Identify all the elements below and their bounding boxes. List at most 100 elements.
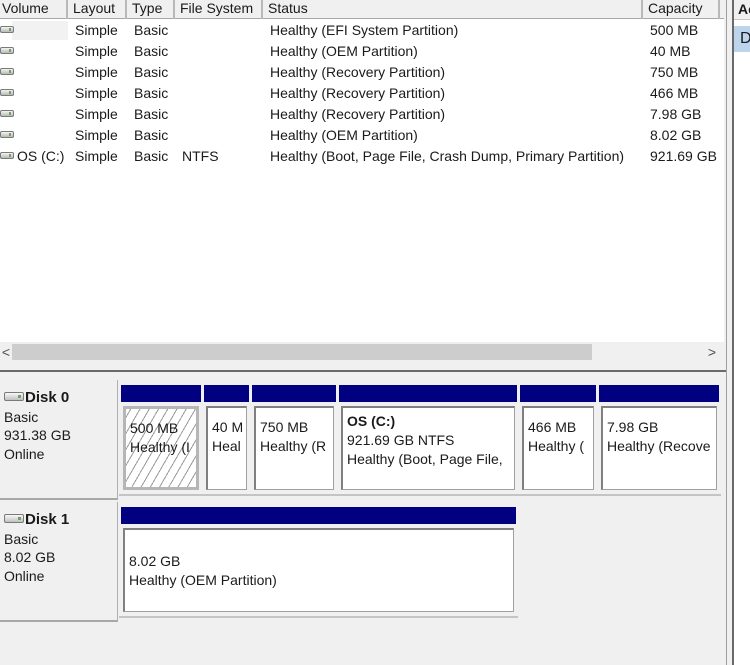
pane-divider[interactable]	[726, 0, 734, 665]
partition-type-bar	[204, 385, 249, 402]
partition-status: Healthy (OEM Partition)	[129, 572, 277, 588]
partition-type-bar	[599, 385, 719, 402]
cell-layout: Simple	[75, 127, 118, 143]
cell-status: Healthy (OEM Partition)	[270, 127, 418, 143]
partition-status: Healthy (Boot, Page File,	[347, 451, 503, 467]
partition-status: Healthy (	[528, 438, 585, 454]
partition-type-bar	[252, 385, 336, 402]
actions-header: Ac	[734, 0, 750, 20]
drive-icon	[0, 110, 14, 117]
actions-pane: Ac D	[734, 0, 750, 665]
cell-status: Healthy (OEM Partition)	[270, 43, 418, 59]
drive-icon	[0, 47, 14, 54]
cell-layout: Simple	[75, 22, 118, 38]
partition-status: Heal	[212, 438, 241, 454]
cell-layout: Simple	[75, 85, 118, 101]
partition-type-bar	[339, 385, 517, 402]
actions-item-disk-management[interactable]: D	[734, 26, 750, 52]
disk-size: 8.02 GB	[4, 549, 56, 565]
partition-block[interactable]: 7.98 GB Healthy (Recove	[597, 385, 720, 494]
table-row[interactable]: Simple Basic Healthy (OEM Partition) 40 MB	[0, 41, 724, 62]
disk-1-partitions: 8.02 GB Healthy (OEM Partition)	[119, 507, 518, 618]
row-focus-highlight	[12, 21, 68, 40]
drive-icon	[0, 26, 14, 33]
column-header-capacity[interactable]: Capacity	[643, 0, 720, 19]
cell-capacity: 921.69 GB	[650, 148, 717, 164]
table-row[interactable]: Simple Basic Healthy (EFI System Partition…	[0, 20, 724, 41]
cell-volume: OS (C:)	[17, 148, 65, 164]
column-header-file-system[interactable]: File System	[175, 0, 263, 19]
scrollbar-thumb[interactable]	[12, 344, 592, 360]
disk-0-label[interactable]: Disk 0 Basic 931.38 GB Online	[0, 380, 118, 500]
cell-capacity: 466 MB	[650, 85, 699, 101]
partition-size: 40 M	[212, 419, 244, 435]
disk-icon	[4, 392, 24, 401]
cell-capacity: 8.02 GB	[650, 127, 702, 143]
disk-state: Online	[4, 445, 45, 462]
horizontal-scrollbar[interactable]: < >	[0, 342, 724, 362]
drive-icon	[0, 68, 14, 75]
partition-body[interactable]: OS (C:) 921.69 GB NTFS Healthy (Boot, Page…	[341, 406, 515, 490]
partition-size: 500 MB	[130, 420, 179, 436]
partition-body[interactable]: 500 MB Healthy (I	[123, 406, 199, 490]
scroll-left-icon[interactable]: <	[0, 342, 12, 362]
disk-type: Basic	[4, 530, 39, 547]
column-header-type[interactable]: Type	[127, 0, 175, 19]
partition-body[interactable]: 7.98 GB Healthy (Recove	[601, 406, 717, 490]
cell-type: Basic	[134, 106, 169, 122]
partition-block[interactable]: 750 MB Healthy (R	[250, 385, 337, 494]
disk-name: Disk 1	[25, 511, 70, 528]
partition-block[interactable]: 40 M Heal	[202, 385, 250, 494]
cell-type: Basic	[134, 43, 169, 59]
partition-size: 750 MB	[260, 419, 309, 435]
cell-layout: Simple	[75, 148, 118, 164]
partition-block[interactable]: 466 MB Healthy (	[518, 385, 597, 494]
cell-type: Basic	[134, 22, 169, 38]
cell-status: Healthy (Boot, Page File, Crash Dump, Pr…	[270, 148, 625, 164]
cell-status: Healthy (Recovery Partition)	[270, 106, 446, 122]
partition-block[interactable]: 500 MB Healthy (I	[119, 385, 202, 494]
scroll-right-icon[interactable]: >	[706, 342, 718, 362]
cell-layout: Simple	[75, 43, 118, 59]
cell-layout: Simple	[75, 64, 118, 80]
cell-capacity: 750 MB	[650, 64, 699, 80]
column-header-status[interactable]: Status	[263, 0, 643, 19]
disk-1-label[interactable]: Disk 1 Basic 8.02 GB Online	[0, 502, 118, 622]
table-row[interactable]: Simple Basic Healthy (OEM Partition) 8.02 G…	[0, 125, 724, 146]
disk-0-partitions: 500 MB Healthy (I 40 M Heal 750 MB Healthy (R…	[119, 385, 721, 496]
disk-size: 931.38 GB	[4, 427, 71, 443]
column-header-layout[interactable]: Layout	[68, 0, 127, 19]
disk-name: Disk 0	[25, 389, 70, 406]
partition-type-bar	[520, 385, 596, 402]
partition-size: 7.98 GB	[607, 419, 659, 435]
cell-capacity: 40 MB	[650, 43, 691, 59]
cell-layout: Simple	[75, 106, 118, 122]
cell-type: Basic	[134, 127, 169, 143]
partition-size: 921.69 GB NTFS	[347, 432, 455, 448]
disk-icon	[4, 514, 24, 523]
disk-state: Online	[4, 567, 45, 584]
table-row[interactable]: Simple Basic Healthy (Recovery Partition) 7…	[0, 62, 724, 83]
partition-body[interactable]: 750 MB Healthy (R	[254, 406, 334, 490]
partition-type-bar	[121, 385, 201, 402]
volume-list[interactable]: Volume Layout Type File System Status Ca…	[0, 0, 724, 342]
partition-body[interactable]: 8.02 GB Healthy (OEM Partition)	[123, 528, 514, 612]
volume-list-header: Volume Layout Type File System Status Ca…	[0, 0, 724, 19]
partition-body[interactable]: 40 M Heal	[206, 406, 247, 490]
partition-size: 466 MB	[528, 419, 577, 435]
partition-block[interactable]: 8.02 GB Healthy (OEM Partition)	[119, 507, 517, 616]
cell-capacity: 7.98 GB	[650, 106, 702, 122]
partition-body[interactable]: 466 MB Healthy (	[522, 406, 594, 490]
partition-title: OS (C:)	[347, 413, 396, 429]
partition-block[interactable]: OS (C:) 921.69 GB NTFS Healthy (Boot, Page…	[337, 385, 518, 494]
table-row[interactable]: OS (C:) Simple Basic NTFS Healthy (Boot, Pag…	[0, 146, 724, 167]
disk-management-main: Volume Layout Type File System Status Ca…	[0, 0, 726, 665]
table-row[interactable]: Simple Basic Healthy (Recovery Partition) 7…	[0, 104, 724, 125]
column-header-volume[interactable]: Volume	[0, 0, 68, 19]
partition-status: Healthy (R	[260, 438, 327, 454]
partition-status: Healthy (Recove	[607, 438, 711, 454]
pane-splitter[interactable]	[0, 370, 726, 372]
disk-type: Basic	[4, 408, 39, 425]
table-row[interactable]: Simple Basic Healthy (Recovery Partition) 4…	[0, 83, 724, 104]
drive-icon	[0, 152, 14, 159]
